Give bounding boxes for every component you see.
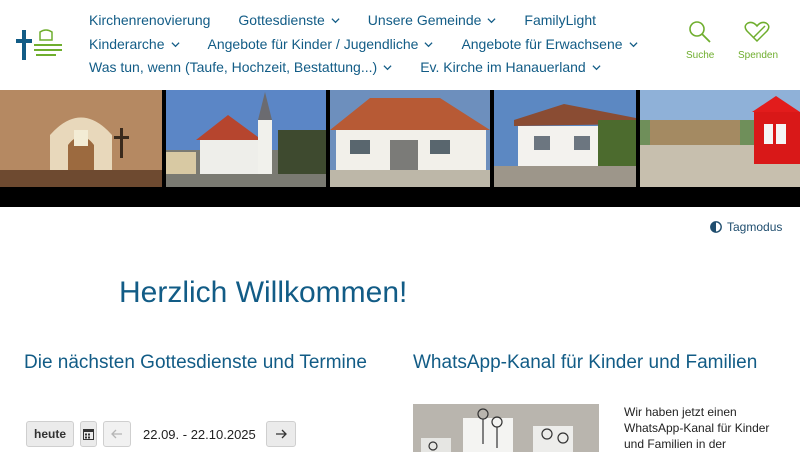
chevron-down-icon [592,64,601,70]
nav-label: Ev. Kirche im Hanauerland [420,59,586,75]
nav-item-ev-kirche-hanauerland[interactable]: Ev. Kirche im Hanauerland [420,59,601,75]
chevron-down-icon [487,17,496,23]
site-header: Kirchenrenovierung Gottesdienste Unsere … [0,0,800,90]
church-interior-photo [0,90,162,187]
calendar-controls: heute 22.09. - 22.10.2025 [26,421,296,447]
search-label: Suche [686,50,715,61]
nav-item-angebote-erwachsene[interactable]: Angebote für Erwachsene [461,36,638,52]
nav-label: Angebote für Erwachsene [461,36,623,52]
heart-pen-icon [744,21,770,43]
whatsapp-heading: WhatsApp-Kanal für Kinder und Familien [413,352,758,373]
calendar-picker-button[interactable] [80,421,97,447]
nav-row-1: Kirchenrenovierung Gottesdienste Unsere … [89,12,624,28]
nav-label: Unsere Gemeinde [367,12,482,28]
nav-label: Angebote für Kinder / Jugendliche [207,36,419,52]
contrast-icon [710,221,722,233]
calendar-icon [83,429,94,440]
date-range: 22.09. - 22.10.2025 [143,426,256,442]
nav-row-3: Was tun, wenn (Taufe, Hochzeit, Bestattu… [89,59,629,75]
previous-range-button[interactable] [103,421,131,447]
nav-item-unsere-gemeinde[interactable]: Unsere Gemeinde [368,12,497,28]
whatsapp-description: Wir haben jetzt einen WhatsApp-Kanal für… [624,404,784,452]
whatsapp-teaser-image[interactable] [413,404,599,452]
arrow-left-icon [111,429,122,439]
nav-label: FamilyLight [524,12,597,28]
chevron-down-icon [629,41,638,47]
paper-figures-image [413,404,599,452]
donate-button[interactable]: Spenden [738,20,778,61]
playground-photo [640,90,800,187]
arrow-right-icon [275,429,287,439]
next-range-button[interactable] [265,421,296,447]
parish-hall-photo [330,90,490,187]
whatsapp-text-line: und Familien in der [624,437,727,451]
whatsapp-text-line: Wir haben jetzt einen [624,405,737,419]
chevron-down-icon [170,41,180,47]
logo-cross-icon[interactable] [16,28,64,62]
nav-item-gottesdienste[interactable]: Gottesdienste [238,12,340,28]
church-exterior-photo [166,90,326,187]
header-banner [0,90,800,207]
search-button[interactable]: Suche [686,20,714,61]
nav-item-angebote-kinder[interactable]: Angebote für Kinder / Jugendliche [208,36,434,52]
today-button[interactable]: heute [26,421,74,447]
chevron-down-icon [424,41,433,47]
day-mode-label: Tagmodus [727,220,783,234]
day-mode-toggle[interactable]: Tagmodus [710,220,782,234]
welcome-title: Herzlich Willkommen! [119,276,408,309]
whatsapp-text-line: WhatsApp-Kanal für Kinder [624,421,770,435]
search-icon [689,21,711,43]
community-house-photo [494,90,636,187]
events-heading: Die nächsten Gottesdienste und Termine [24,352,367,373]
nav-row-2: Kinderarche Angebote für Kinder / Jugend… [89,36,666,52]
nav-item-kinderarche[interactable]: Kinderarche [89,36,180,52]
chevron-down-icon [331,17,340,23]
nav-label: Gottesdienste [238,12,325,28]
nav-item-was-tun-wenn[interactable]: Was tun, wenn (Taufe, Hochzeit, Bestattu… [89,59,392,75]
nav-item-kirchenrenovierung[interactable]: Kirchenrenovierung [89,12,210,28]
nav-label: Was tun, wenn (Taufe, Hochzeit, Bestattu… [89,59,378,75]
donate-label: Spenden [738,50,779,61]
nav-label: Kirchenrenovierung [89,12,211,28]
nav-label: Kinderarche [89,36,165,52]
chevron-down-icon [383,64,392,70]
nav-item-familylight[interactable]: FamilyLight [524,12,596,28]
